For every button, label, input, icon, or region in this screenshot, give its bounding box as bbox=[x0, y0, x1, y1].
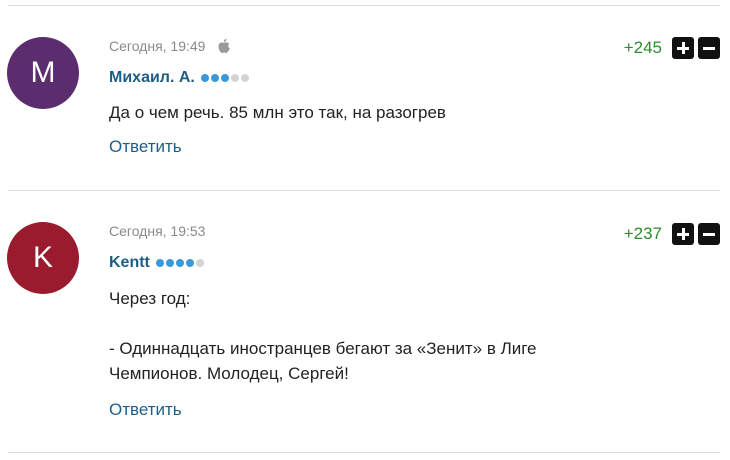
rank-dot bbox=[185, 259, 194, 267]
comment-text: Да о чем речь. 85 млн это так, на разогр… bbox=[109, 100, 649, 125]
avatar[interactable]: K bbox=[7, 222, 79, 294]
rank-dot bbox=[195, 259, 204, 267]
rank-dot bbox=[175, 259, 184, 267]
comment-text-line: Чемпионов. Молодец, Сергей! bbox=[109, 364, 349, 383]
reply-button[interactable]: Ответить bbox=[109, 400, 182, 420]
rank-dot bbox=[220, 74, 229, 82]
avatar-letter: K bbox=[32, 241, 53, 274]
rank-dot bbox=[200, 74, 209, 82]
comment-text-line: Да о чем речь. 85 млн это так, на разогр… bbox=[109, 103, 446, 122]
rank-dot bbox=[230, 74, 239, 82]
reply-button[interactable]: Ответить bbox=[109, 137, 182, 157]
rank-dot bbox=[155, 259, 164, 267]
avatar[interactable]: М bbox=[7, 37, 79, 109]
apple-icon bbox=[217, 38, 231, 54]
comment-rating: +245 bbox=[624, 37, 720, 59]
comment-meta: Сегодня, 19:49 bbox=[109, 38, 231, 54]
comment-score: +237 bbox=[623, 224, 662, 243]
comment-meta: Сегодня, 19:53 bbox=[109, 223, 205, 239]
comment-text: Через год: - Одиннадцать иностранцев бег… bbox=[109, 286, 649, 386]
comment-author[interactable]: Kentt bbox=[109, 254, 206, 272]
user-rank-dots bbox=[200, 74, 251, 82]
rank-dot bbox=[240, 74, 249, 82]
separator-bottom bbox=[8, 452, 720, 453]
avatar-letter: М bbox=[30, 56, 56, 89]
comment-author[interactable]: Михаил. А. bbox=[109, 69, 251, 87]
comment-timestamp: Сегодня, 19:49 bbox=[109, 38, 206, 54]
author-name[interactable]: Kentt bbox=[109, 254, 150, 272]
comment-score: +245 bbox=[623, 38, 662, 57]
upvote-plus-icon[interactable] bbox=[672, 37, 694, 59]
downvote-minus-icon[interactable] bbox=[698, 223, 720, 245]
author-name[interactable]: Михаил. А. bbox=[109, 69, 195, 87]
separator-top bbox=[8, 5, 720, 6]
comment-rating: +237 bbox=[624, 223, 720, 245]
comment-text-line: - Одиннадцать иностранцев бегают за «Зен… bbox=[109, 339, 537, 358]
upvote-plus-icon[interactable] bbox=[672, 223, 694, 245]
rank-dot bbox=[210, 74, 219, 82]
rank-dot bbox=[165, 259, 174, 267]
separator bbox=[8, 190, 720, 191]
user-rank-dots bbox=[155, 259, 206, 267]
downvote-minus-icon[interactable] bbox=[698, 37, 720, 59]
comment-text-line bbox=[109, 311, 649, 336]
comment-text-line: Через год: bbox=[109, 289, 191, 308]
comment-timestamp: Сегодня, 19:53 bbox=[109, 223, 206, 239]
